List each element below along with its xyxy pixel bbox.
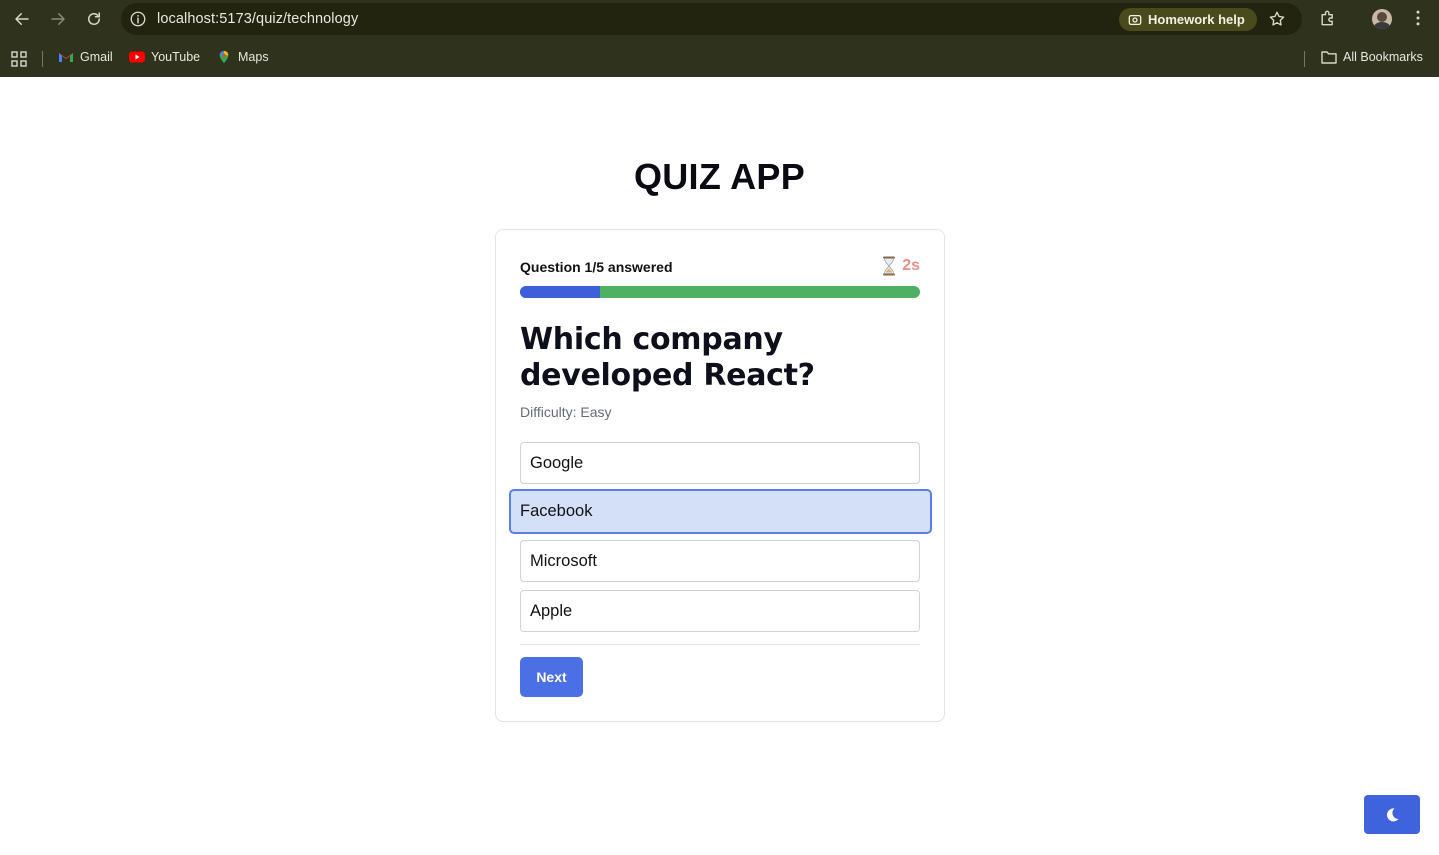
arrow-left-icon [15,13,29,25]
apps-grid-icon[interactable] [11,51,27,67]
bookmarks-separator [1304,51,1305,67]
answer-option-label: Facebook [520,502,593,520]
profile-avatar[interactable] [1372,9,1392,29]
youtube-icon [129,51,145,63]
bookmark-youtube[interactable]: YouTube [129,50,200,64]
arrow-right-icon [51,13,65,25]
bookmark-label: YouTube [151,50,201,64]
browser-chrome: localhost:5173/quiz/technology Homework … [0,0,1439,77]
progress-bar-fill [520,286,600,298]
bookmark-label: Gmail [80,50,113,64]
theme-toggle-button[interactable] [1364,795,1420,834]
site-info-icon[interactable] [129,10,147,28]
back-button[interactable] [10,7,34,31]
question-status: Question 1/5 answered [520,259,673,275]
difficulty-label: Difficulty: Easy [520,404,612,420]
answer-option-microsoft[interactable]: Microsoft [520,540,920,582]
answer-option-label: Microsoft [530,551,597,570]
quiz-card: Question 1/5 answered 2s Which company d… [495,229,945,722]
camera-search-icon [1128,14,1142,25]
answer-option-apple[interactable]: Apple [520,590,920,632]
moon-icon [1386,807,1399,821]
homework-help-button[interactable]: Homework help [1119,8,1257,31]
browser-toolbar: localhost:5173/quiz/technology Homework … [0,0,1439,38]
all-bookmarks-label: All Bookmarks [1343,50,1423,64]
next-button[interactable]: Next [520,657,583,697]
bookmark-maps[interactable]: Maps [216,50,269,64]
answer-option-label: Apple [530,601,573,620]
reload-icon [88,12,100,25]
homework-help-label: Homework help [1148,12,1245,27]
progress-bar [520,286,920,298]
bookmark-star-icon[interactable] [1268,10,1286,28]
bookmarks-bar: Gmail YouTube Maps All Bookmarks [0,44,1439,72]
hourglass-icon [883,256,896,276]
card-divider [520,644,920,645]
question-text: Which company developed React? [520,322,815,393]
bookmark-gmail[interactable]: Gmail [58,50,113,64]
address-bar[interactable]: localhost:5173/quiz/technology Homework … [121,3,1302,35]
gmail-icon [59,53,73,62]
extensions-icon[interactable] [1318,8,1338,28]
answer-option-facebook[interactable]: Facebook [509,489,932,534]
page-title: QUIZ APP [633,156,806,197]
maps-icon [219,50,229,64]
bookmarks-separator [42,51,43,67]
reload-button[interactable] [82,7,106,31]
countdown-timer: 2s [881,256,920,276]
timer-value: 2s [902,257,920,274]
url-text[interactable]: localhost:5173/quiz/technology [157,11,358,27]
all-bookmarks-button[interactable]: All Bookmarks [1321,50,1423,64]
answer-option-label: Google [530,453,584,472]
answer-option-google[interactable]: Google [520,442,920,484]
folder-icon [1321,51,1337,64]
more-vertical-icon[interactable] [1408,8,1428,28]
bookmark-label: Maps [238,50,269,64]
forward-button[interactable] [46,7,70,31]
